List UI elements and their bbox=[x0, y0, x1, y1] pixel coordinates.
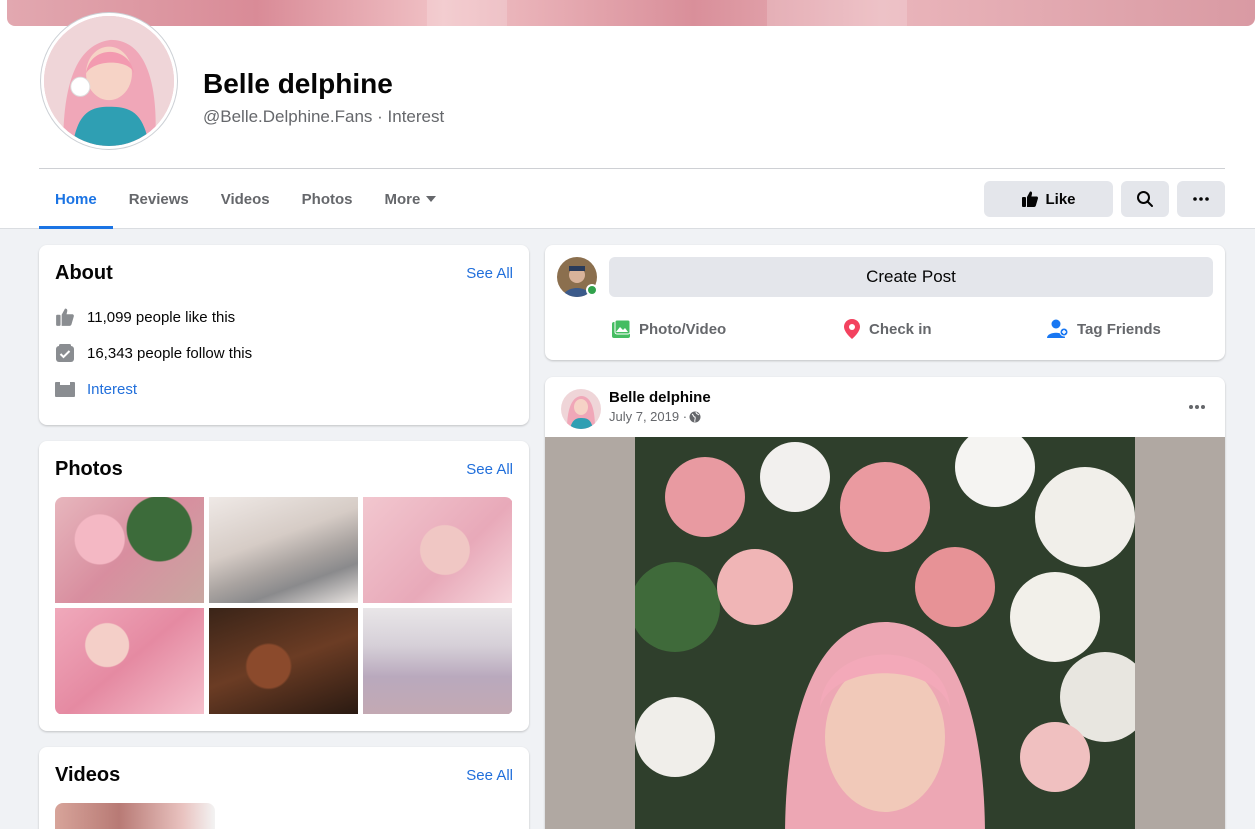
thumbs-up-icon bbox=[55, 307, 75, 327]
tab-photos-label: Photos bbox=[301, 190, 353, 208]
videos-card: Videos See All bbox=[39, 747, 529, 829]
about-likes-text: 11,099 people like this bbox=[87, 308, 236, 326]
follow-check-icon bbox=[55, 343, 75, 363]
tab-reviews-label: Reviews bbox=[128, 190, 189, 208]
about-category-link[interactable]: Interest bbox=[87, 381, 137, 398]
photos-title: Photos bbox=[55, 458, 123, 480]
online-status-dot bbox=[586, 284, 598, 296]
photo-video-label: Photo/Video bbox=[639, 320, 727, 338]
post-card: Belle delphine July 7, 2019 · bbox=[545, 377, 1225, 829]
page-handle: @Belle.Delphine.Fans · Interest bbox=[203, 107, 445, 126]
tab-photos[interactable]: Photos bbox=[286, 170, 369, 228]
about-follows-text: 16,343 people follow this bbox=[87, 344, 253, 362]
category-icon bbox=[55, 379, 75, 399]
photo-thumbnail[interactable] bbox=[55, 497, 204, 603]
check-in-label: Check in bbox=[869, 320, 932, 338]
ellipsis-icon bbox=[1189, 405, 1205, 409]
videos-see-all-link[interactable]: See All bbox=[466, 767, 513, 784]
photo-video-button[interactable]: Photo/Video bbox=[611, 315, 726, 343]
like-button[interactable]: Like bbox=[984, 181, 1113, 217]
post-date: July 7, 2019 · bbox=[609, 409, 701, 424]
post-date-text[interactable]: July 7, 2019 · bbox=[609, 409, 687, 424]
tab-videos-label: Videos bbox=[220, 190, 270, 208]
post-options-button[interactable] bbox=[1187, 397, 1207, 422]
photos-see-all-link[interactable]: See All bbox=[466, 461, 513, 478]
video-thumbnail[interactable] bbox=[55, 803, 215, 829]
page-tabs: Home Reviews Videos Photos More bbox=[39, 170, 453, 229]
page-more-button[interactable] bbox=[1177, 181, 1225, 217]
post-photo[interactable] bbox=[635, 437, 1135, 829]
thumbs-up-icon bbox=[1022, 191, 1039, 207]
create-post-button[interactable]: Create Post bbox=[609, 257, 1213, 297]
about-title: About bbox=[55, 262, 113, 284]
create-post-card: Create Post Photo/Video Check in Tag Fri… bbox=[545, 245, 1225, 360]
tab-more[interactable]: More bbox=[369, 170, 453, 228]
location-pin-icon bbox=[844, 319, 860, 339]
tab-videos[interactable]: Videos bbox=[205, 170, 286, 228]
caret-down-icon bbox=[426, 196, 437, 202]
header-divider bbox=[39, 168, 1225, 169]
videos-title: Videos bbox=[55, 764, 121, 786]
post-media-container bbox=[545, 437, 1225, 829]
like-button-label: Like bbox=[1045, 190, 1076, 208]
globe-icon bbox=[689, 411, 701, 422]
page-title: Belle delphine bbox=[203, 68, 393, 99]
tag-friends-icon bbox=[1047, 319, 1069, 338]
check-in-button[interactable]: Check in bbox=[843, 315, 932, 343]
cover-photo[interactable] bbox=[7, 0, 1255, 26]
photo-thumbnail[interactable] bbox=[363, 497, 512, 603]
tab-home-label: Home bbox=[55, 190, 97, 208]
photos-card: Photos See All bbox=[39, 441, 529, 731]
tag-friends-label: Tag Friends bbox=[1077, 320, 1161, 338]
about-likes-row: 11,099 people like this bbox=[55, 307, 235, 327]
tab-home[interactable]: Home bbox=[39, 170, 113, 229]
photo-thumbnail[interactable] bbox=[55, 608, 204, 714]
about-see-all-link[interactable]: See All bbox=[466, 265, 513, 282]
tab-more-label: More bbox=[384, 190, 421, 208]
photo-grid bbox=[55, 497, 513, 715]
tag-friends-button[interactable]: Tag Friends bbox=[1047, 315, 1161, 343]
photo-thumbnail[interactable] bbox=[209, 497, 358, 603]
create-post-label: Create Post bbox=[866, 267, 956, 286]
post-author-avatar[interactable] bbox=[561, 389, 601, 429]
about-follows-row: 16,343 people follow this bbox=[55, 343, 252, 363]
photo-thumbnail[interactable] bbox=[363, 608, 512, 714]
post-author-name[interactable]: Belle delphine bbox=[609, 389, 711, 406]
ellipsis-icon bbox=[1193, 197, 1209, 201]
about-card: About See All 11,099 people like this 16… bbox=[39, 245, 529, 425]
photo-icon bbox=[612, 319, 631, 338]
search-icon bbox=[1137, 191, 1153, 207]
profile-picture[interactable] bbox=[41, 13, 177, 149]
page-search-button[interactable] bbox=[1121, 181, 1169, 217]
about-category-row: Interest bbox=[55, 379, 137, 399]
tab-reviews[interactable]: Reviews bbox=[113, 170, 205, 228]
photo-thumbnail[interactable] bbox=[209, 608, 358, 714]
